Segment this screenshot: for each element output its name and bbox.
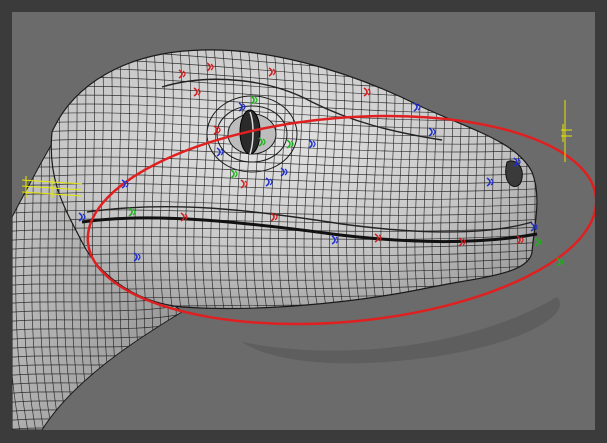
3d-viewport[interactable] [12,12,595,430]
green-rig-handle[interactable] [534,237,542,247]
scene-canvas[interactable] [12,12,595,430]
green-rig-handle[interactable] [556,257,564,267]
drop-shadow [242,297,561,364]
